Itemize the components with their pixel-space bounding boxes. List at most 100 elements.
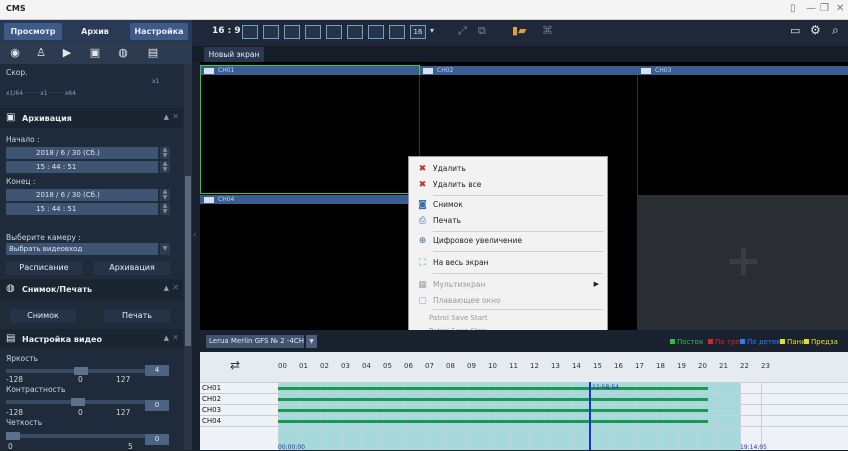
collapse-icon[interactable]: ▲ [164, 284, 169, 292]
layout-6-icon[interactable] [326, 25, 342, 39]
layout-9-icon[interactable] [368, 25, 384, 39]
menu-item-digital-zoom[interactable]: ⊕ Цифровое увеличение [409, 233, 607, 249]
recording-bar[interactable] [278, 409, 708, 412]
layout-13-icon[interactable] [389, 25, 405, 39]
layout-1-icon[interactable] [242, 25, 258, 39]
end-date-field[interactable]: 2018 / 6 / 30 (Сб.) [6, 189, 158, 201]
slider-thumb[interactable] [6, 432, 20, 440]
tab-archive[interactable]: Архив [66, 23, 124, 40]
menu-item-delete[interactable]: ✖ Удалить [409, 161, 607, 177]
monitor-icon[interactable]: ▭ [790, 24, 800, 37]
contrast-slider[interactable] [6, 398, 150, 406]
start-time-field[interactable]: 15 : 44 : 51 [6, 161, 158, 173]
menu-item-print[interactable]: ⎙ Печать [409, 213, 607, 229]
hour-label: 16 [614, 362, 623, 370]
record-icon[interactable]: ▮▰ [512, 24, 527, 37]
speed-label: Скор. [6, 68, 28, 77]
chevron-down-icon[interactable]: ▼ [160, 243, 170, 255]
refresh-icon[interactable]: ⇄ [230, 358, 240, 372]
end-time-spinner[interactable]: ▲ ▼ [160, 203, 170, 215]
collapse-icon[interactable]: ▲ [164, 113, 169, 121]
collapse-icon[interactable]: ▲ [164, 334, 169, 342]
recording-bar[interactable] [278, 420, 708, 423]
start-time-spinner[interactable]: ▲ ▼ [160, 161, 170, 173]
minimize-icon[interactable]: — [806, 3, 816, 14]
layout-2-icon[interactable] [263, 25, 279, 39]
camera-select[interactable]: Выбрать видеовход [6, 243, 158, 255]
sharpness-value[interactable]: 0 [145, 434, 169, 445]
expand-icon[interactable]: ⤢ [458, 24, 467, 38]
layout-4-icon[interactable] [305, 25, 321, 39]
video-cell-selected[interactable] [200, 65, 420, 194]
tab-settings[interactable]: Настройка [130, 23, 188, 40]
start-date-spinner[interactable]: ▲ ▼ [160, 147, 170, 159]
archive-button[interactable]: Архивация [94, 261, 170, 275]
chevron-down-icon[interactable]: ▾ [430, 26, 434, 35]
row-divider [200, 382, 848, 383]
left-scrollbar[interactable] [184, 64, 192, 450]
aspect-ratio[interactable]: 16 : 9 [212, 26, 241, 36]
scrollbar-thumb[interactable] [185, 176, 191, 346]
tab-view[interactable]: Просмотр [4, 23, 62, 40]
network-icon[interactable]: ♙ [34, 46, 48, 60]
start-date-field[interactable]: 2018 / 6 / 30 (Сб.) [6, 147, 158, 159]
archive-icon[interactable]: ▣ [88, 46, 102, 60]
close-icon[interactable]: ✕ [836, 3, 844, 14]
chevron-left-icon[interactable]: ‹ [193, 230, 196, 239]
channel-row-label[interactable]: CH02 [202, 395, 221, 403]
menu-item-delete-all[interactable]: ✖ Удалить все [409, 177, 607, 193]
menu-item-snapshot[interactable]: ◙ Снимок [409, 197, 607, 213]
snapshot-section-header[interactable]: ◍ Снимок/Печать ▲ ✕ [0, 279, 183, 299]
brightness-value[interactable]: 4 [145, 365, 169, 376]
hour-label: 14 [572, 362, 581, 370]
screen-tab[interactable]: Новый экран [204, 47, 264, 62]
device-select[interactable]: Lerua Merlin GFS № 2 -4CH [206, 335, 304, 348]
playback-cursor[interactable] [589, 382, 591, 450]
chevron-down-icon[interactable]: ▼ [306, 335, 317, 348]
puzzle-icon[interactable]: ⌘ [542, 24, 553, 37]
hour-label: 03 [341, 362, 350, 370]
play-icon[interactable]: ▶ [60, 46, 74, 60]
recording-bar[interactable] [278, 398, 708, 401]
layout-16-icon[interactable]: 16 [410, 25, 426, 39]
snapshot-icon[interactable]: ◍ [116, 46, 130, 60]
archive-section-header[interactable]: ▣ Архивация ▲ ✕ [0, 108, 183, 128]
channel-name: CH04 [218, 196, 235, 203]
window-icon[interactable]: ⧉ [478, 24, 486, 38]
print-button[interactable]: Печать [104, 309, 170, 323]
menu-item-floating-window[interactable]: ▢ Плавающее окно [409, 293, 607, 309]
snapshot-button[interactable]: Снимок [10, 309, 76, 323]
gear-icon[interactable]: ⚙ [810, 23, 821, 37]
eye-icon[interactable]: ◉ [8, 46, 22, 60]
schedule-button[interactable]: Расписание [6, 261, 82, 275]
slider-thumb[interactable] [73, 367, 88, 375]
end-date-spinner[interactable]: ▲ ▼ [160, 189, 170, 201]
close-section-icon[interactable]: ✕ [172, 112, 179, 121]
restore-icon[interactable]: ❐ [820, 3, 829, 14]
cursor-time: 12:58:54 [592, 384, 619, 391]
hour-label: 11 [509, 362, 518, 370]
add-camera-icon[interactable]: + [725, 235, 762, 286]
speed-scale[interactable]: x1/64 · · · · x1 · · · · x64 [6, 90, 76, 97]
sharpness-slider[interactable] [6, 432, 150, 440]
end-time-field[interactable]: 15 : 44 : 51 [6, 203, 158, 215]
close-section-icon[interactable]: ✕ [172, 283, 179, 292]
close-section-icon[interactable]: ✕ [172, 333, 179, 342]
channel-row-label[interactable]: CH01 [202, 384, 221, 392]
channel-row-label[interactable]: CH04 [202, 417, 221, 425]
menu-item-multiscreen[interactable]: ▦ Мультиэкран ▶ [409, 277, 607, 293]
recording-bar[interactable] [278, 387, 708, 390]
layout-8-icon[interactable] [347, 25, 363, 39]
timeline[interactable]: ⇄ 00 01 02 03 04 05 06 07 08 09 10 11 12 13 14 15 16 17 18… [200, 352, 848, 451]
channel-row-label[interactable]: CH03 [202, 406, 221, 414]
brightness-slider[interactable] [6, 367, 150, 375]
menu-item-fullscreen[interactable]: ⛶ На весь экран [409, 255, 607, 271]
contrast-value[interactable]: 0 [145, 400, 169, 411]
slider-thumb[interactable] [71, 398, 85, 406]
sidebar-collapse[interactable]: ‹ [192, 62, 200, 330]
video-cell-empty[interactable]: + [637, 195, 848, 330]
layout-3-icon[interactable] [284, 25, 300, 39]
video-settings-header[interactable]: ▤ Настройка видео ▲ ✕ [0, 329, 183, 349]
display-icon[interactable]: ▤ [146, 46, 160, 60]
search-icon[interactable]: ⌕ [832, 23, 839, 38]
